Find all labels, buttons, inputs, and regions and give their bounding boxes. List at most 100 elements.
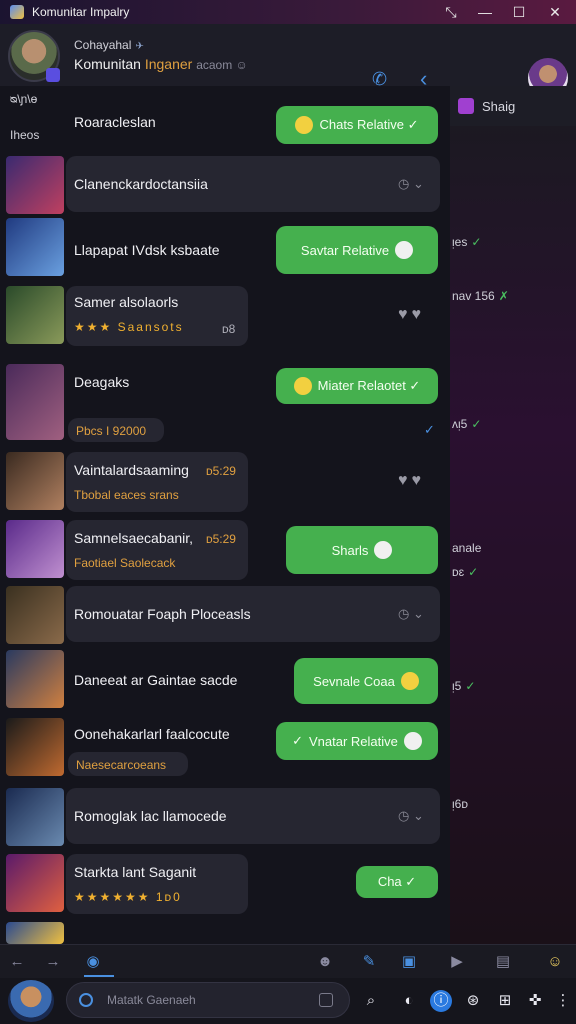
game-thumbnail xyxy=(6,854,64,912)
right-panel-item[interactable]: ᴧᴉ5 ✓ xyxy=(450,414,481,434)
active-tab-indicator xyxy=(84,975,114,977)
chat-bubble-icon[interactable]: ◉ xyxy=(84,953,102,971)
arrow-right-icon[interactable]: → xyxy=(44,953,62,971)
avatar-small-icon[interactable]: ☻ xyxy=(316,953,334,971)
list-item[interactable]: Romouatar Foaph Ploceasls ◷ ⌄ xyxy=(0,584,450,646)
list-item[interactable]: Starkta lant Saganit ★★★★★★ 1ᴅ0 Cha ✓ xyxy=(0,852,450,918)
attach-icon[interactable] xyxy=(319,993,333,1007)
right-panel-item[interactable]: ᴉes ✓ xyxy=(450,232,481,252)
heart-icon[interactable]: ♥♥ xyxy=(398,306,425,324)
action-button[interactable]: Miater Relaotet ✓ xyxy=(276,368,438,404)
pen-icon[interactable]: ✎ xyxy=(360,953,378,971)
sticker-icon[interactable]: ▣ xyxy=(400,953,418,971)
composer-bar: Matatk Gaenaeh ⌕ ◐ ⓘ ⊛ ⊞ ✜ ⋮ xyxy=(0,978,576,1024)
item-subtitle: ★★★★★★ 1ᴅ0 xyxy=(74,890,182,904)
right-panel-title: Shaig xyxy=(482,98,516,114)
game-thumbnail xyxy=(6,586,64,644)
header-subtitle: Komunitan Inganer acaom ☺ xyxy=(74,56,248,72)
list-item[interactable]: Llapapat IVdsk ksbaate Savtar Relative xyxy=(0,216,450,282)
play-icon[interactable]: ▶ xyxy=(448,953,466,971)
minimize-button[interactable]: — xyxy=(468,0,502,24)
item-title: Samer alsolaorls xyxy=(74,294,179,310)
emoji-icon xyxy=(403,732,422,750)
pin-icon[interactable]: ⤡ xyxy=(434,0,468,24)
item-subtitle: Faotiael Saolecack xyxy=(74,556,176,570)
item-title: Romouatar Foaph Ploceasls xyxy=(74,606,251,622)
list-item[interactable]: Vaintalardsaaming ᴅ5:29 Tbobal eaces sra… xyxy=(0,450,450,516)
emoji-icon xyxy=(293,377,312,395)
search-icon[interactable]: ⌕ xyxy=(360,990,382,1012)
clock-icon: ◷ ⌄ xyxy=(398,808,424,823)
chat-list: ᴓ\ɲ\ɵ Iheos Roaracleslan Chats Relative … xyxy=(0,86,450,944)
subtitle-muted: acaom ☺ xyxy=(196,58,248,72)
bottom-toolbar: ← → ◉ ☻ ✎ ▣ ▶ ▤ ☺ xyxy=(0,944,576,978)
game-thumbnail xyxy=(6,922,64,944)
item-title: Clanenckardoctansiia xyxy=(74,176,208,192)
action-button[interactable]: Chats Relative ✓ xyxy=(276,106,438,144)
avatar[interactable] xyxy=(8,30,60,82)
right-panel-header[interactable]: Shaig xyxy=(450,86,576,126)
list-item[interactable]: Romoglak lac llamocede ◷ ⌄ xyxy=(0,786,450,846)
maximize-button[interactable]: ☐ xyxy=(502,0,536,24)
list-item[interactable]: Roaracleslan Chats Relative ✓ xyxy=(0,100,450,156)
emoji-icon xyxy=(374,541,393,559)
info-icon[interactable]: ⓘ xyxy=(430,990,452,1012)
right-panel-item[interactable]: ᴉ5 ✓ xyxy=(450,676,475,696)
item-title: Llapapat IVdsk ksbaate xyxy=(74,242,220,258)
contact-name: Cohayahal xyxy=(74,38,132,52)
item-title: Deagaks xyxy=(74,374,130,390)
close-button[interactable]: ✕ xyxy=(538,0,572,24)
grid-icon[interactable]: ⊞ xyxy=(494,990,516,1012)
read-check-icon: ✓ xyxy=(424,422,435,437)
item-subtitle: ★★★ Saansots xyxy=(74,320,184,334)
action-button[interactable]: ✓ Vnatar Relative xyxy=(276,722,438,760)
action-button[interactable]: Sevnale Coaa xyxy=(294,658,438,704)
list-item[interactable]: Samer alsolaorls ★★★ Saansots ᴅ8 ♥♥ xyxy=(0,284,450,350)
self-avatar[interactable] xyxy=(8,980,54,1022)
item-title: Roaracleslan xyxy=(74,114,156,130)
list-item[interactable]: Samnelsaecabanir, ᴅ5:29 Faotiael Saoleca… xyxy=(0,518,450,584)
night-icon[interactable]: ◐ xyxy=(398,990,420,1012)
app-icon xyxy=(10,5,24,19)
emoji-icon xyxy=(295,116,314,134)
bird-icon: ✈ xyxy=(135,41,144,52)
item-title: Starkta lant Saganit xyxy=(74,864,197,880)
subtitle-main: Komunitan xyxy=(74,56,141,72)
list-item[interactable]: Daneeat ar Gaintae sacde Sevnale Coaa xyxy=(0,650,450,712)
image-icon[interactable]: ▤ xyxy=(494,953,512,971)
game-icon[interactable]: ⊛ xyxy=(462,990,484,1012)
right-panel: Shaig ᴉes ✓ nav 156 ✗ ᴧᴉ5 ✓ anale ᴅɛ ✓ ᴉ5 ✓ ᴉ… xyxy=(450,86,576,944)
right-panel-item[interactable]: ᴉ6ᴅ xyxy=(450,794,472,814)
window-title: Komunitar Impalry xyxy=(32,5,130,19)
chat-button[interactable]: Cha ✓ xyxy=(356,866,438,898)
list-item[interactable]: Oonehakarlarl faalcocute Naesecarcoeans … xyxy=(0,716,450,782)
chat-header: Cohayahal ✈ Komunitan Inganer acaom ☺ ✆ ‹ xyxy=(0,24,576,98)
right-panel-item[interactable]: anale xyxy=(450,538,485,558)
emoji-picker-icon[interactable]: ☺ xyxy=(546,953,564,971)
right-panel-item[interactable]: ᴅɛ ✓ xyxy=(450,562,478,582)
list-item[interactable]: Clanenckardoctansiia ◷ ⌄ xyxy=(0,154,450,216)
heart-icon[interactable]: ♥♥ xyxy=(398,472,425,490)
input-placeholder: Matatk Gaenaeh xyxy=(107,993,196,1007)
arrow-left-icon[interactable]: ← xyxy=(8,953,26,971)
item-time: ᴅ5:29 xyxy=(206,464,236,478)
item-title: Samnelsaecabanir, xyxy=(74,530,194,546)
item-title: Vaintalardsaaming xyxy=(74,462,189,478)
window-titlebar: Komunitar Impalry ⤡ — ☐ ✕ xyxy=(0,0,576,24)
item-time: ᴅ8 xyxy=(222,322,236,336)
action-button[interactable]: Savtar Relative xyxy=(276,226,438,274)
message-input[interactable]: Matatk Gaenaeh xyxy=(66,982,350,1018)
share-button[interactable]: Sharls xyxy=(286,526,438,574)
right-panel-item[interactable]: nav 156 ✗ xyxy=(450,286,509,306)
more-icon[interactable]: ⋮ xyxy=(552,990,574,1012)
game-thumbnail xyxy=(6,452,64,510)
controller-icon[interactable]: ✜ xyxy=(524,990,546,1012)
emoji-icon xyxy=(395,241,414,259)
list-item[interactable]: Deagaks Miater Relaotet ✓ Pbcs I 92000 ✓ xyxy=(0,362,450,444)
item-subtitle: Pbcs I 92000 xyxy=(76,424,147,438)
item-time: ᴅ5:29 xyxy=(206,532,236,546)
subtitle-accent: Inganer xyxy=(144,56,193,72)
game-thumbnail xyxy=(6,286,64,344)
mic-icon[interactable] xyxy=(79,993,93,1007)
game-thumbnail xyxy=(6,364,64,440)
